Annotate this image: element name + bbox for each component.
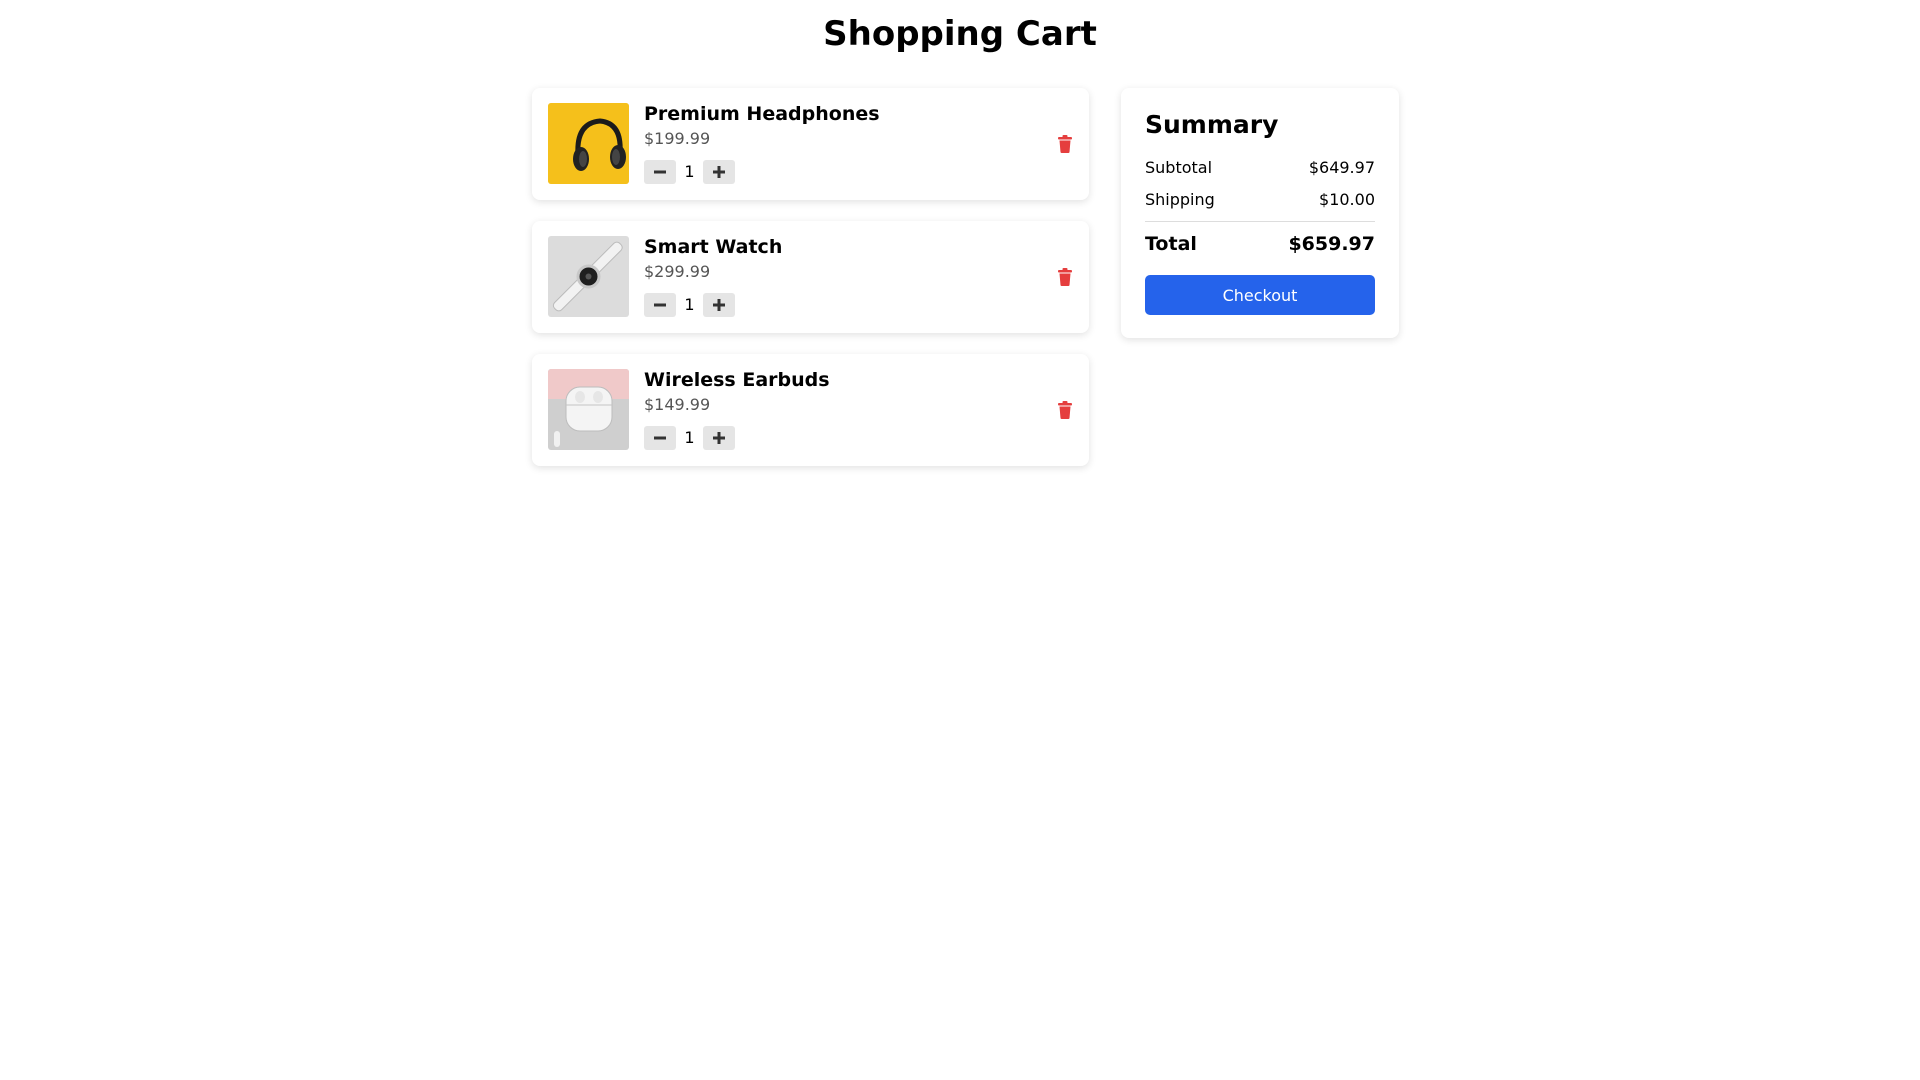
decrease-quantity-button[interactable] [644, 293, 676, 317]
shipping-value: $10.00 [1319, 190, 1375, 209]
quantity-stepper: 1 [644, 426, 735, 450]
summary-divider [1145, 221, 1375, 222]
plus-icon [713, 299, 725, 311]
plus-icon [713, 166, 725, 178]
minus-icon [654, 303, 666, 307]
smartwatch-image [548, 236, 629, 317]
quantity-value: 1 [684, 162, 695, 181]
plus-icon [713, 432, 725, 444]
page-title: Shopping Cart [823, 14, 1097, 54]
decrease-quantity-button[interactable] [644, 160, 676, 184]
headphones-image [548, 103, 629, 184]
trash-icon[interactable] [1057, 268, 1073, 286]
increase-quantity-button[interactable] [703, 160, 735, 184]
minus-icon [654, 170, 666, 174]
item-price: $149.99 [644, 395, 711, 414]
order-summary: Summary Subtotal $649.97 Shipping $10.00… [1121, 88, 1399, 338]
total-label: Total [1145, 233, 1197, 255]
cart-item: Wireless Earbuds $149.99 1 [532, 354, 1089, 466]
quantity-stepper: 1 [644, 160, 735, 184]
checkout-button[interactable]: Checkout [1145, 275, 1375, 315]
summary-title: Summary [1145, 110, 1279, 139]
total-row: Total $659.97 [1145, 232, 1375, 256]
decrease-quantity-button[interactable] [644, 426, 676, 450]
cart-item: Smart Watch $299.99 1 [532, 221, 1089, 333]
total-value: $659.97 [1288, 233, 1375, 255]
quantity-value: 1 [684, 295, 695, 314]
cart-list: Premium Headphones $199.99 1 Smart Watch… [532, 88, 1089, 487]
subtotal-value: $649.97 [1308, 158, 1375, 177]
shipping-label: Shipping [1145, 190, 1215, 209]
trash-icon[interactable] [1057, 135, 1073, 153]
subtotal-row: Subtotal $649.97 [1145, 158, 1375, 178]
quantity-value: 1 [684, 428, 695, 447]
increase-quantity-button[interactable] [703, 426, 735, 450]
item-price: $199.99 [644, 129, 711, 148]
item-name: Smart Watch [644, 236, 783, 258]
earbuds-image [548, 369, 629, 450]
shipping-row: Shipping $10.00 [1145, 190, 1375, 210]
increase-quantity-button[interactable] [703, 293, 735, 317]
item-name: Premium Headphones [644, 103, 880, 125]
minus-icon [654, 436, 666, 440]
trash-icon[interactable] [1057, 401, 1073, 419]
quantity-stepper: 1 [644, 293, 735, 317]
item-price: $299.99 [644, 262, 711, 281]
item-name: Wireless Earbuds [644, 369, 830, 391]
cart-item: Premium Headphones $199.99 1 [532, 88, 1089, 200]
subtotal-label: Subtotal [1145, 158, 1213, 177]
